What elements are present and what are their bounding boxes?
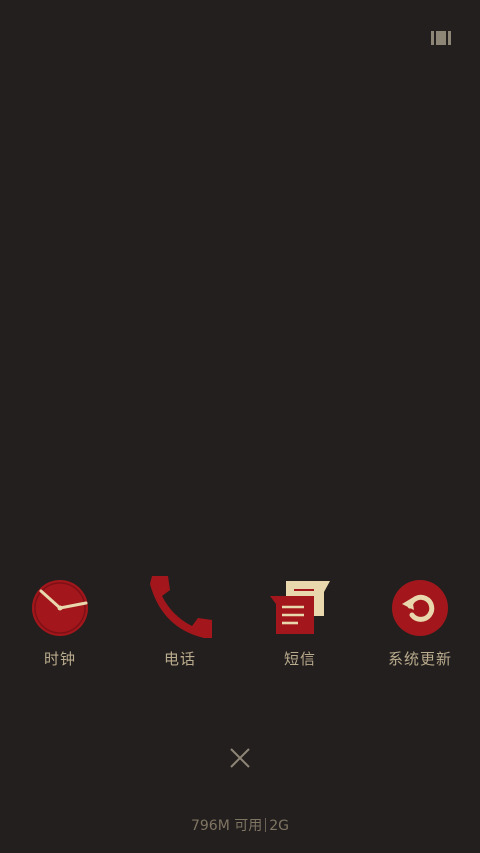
recent-apps-dock: 时钟 电话 短信 系统更新 [0,568,480,678]
messages-icon [268,572,332,640]
app-label: 系统更新 [387,650,452,668]
menu-icon[interactable] [428,27,454,49]
phone-icon [148,572,212,640]
memory-total: 2G [269,818,290,834]
app-phone[interactable]: 电话 [120,568,240,678]
clock-icon [28,572,92,640]
memory-divider [265,818,267,832]
memory-status: 796M 可用 2G [0,815,480,835]
memory-available: 796M 可用 [190,818,263,834]
app-system-update[interactable]: 系统更新 [360,568,480,678]
app-label: 电话 [163,650,196,668]
app-messages[interactable]: 短信 [240,568,360,678]
app-label: 时钟 [43,650,76,668]
system-update-icon [388,572,452,640]
app-clock[interactable]: 时钟 [0,568,120,678]
app-label: 短信 [283,650,316,668]
close-icon[interactable] [224,742,256,774]
